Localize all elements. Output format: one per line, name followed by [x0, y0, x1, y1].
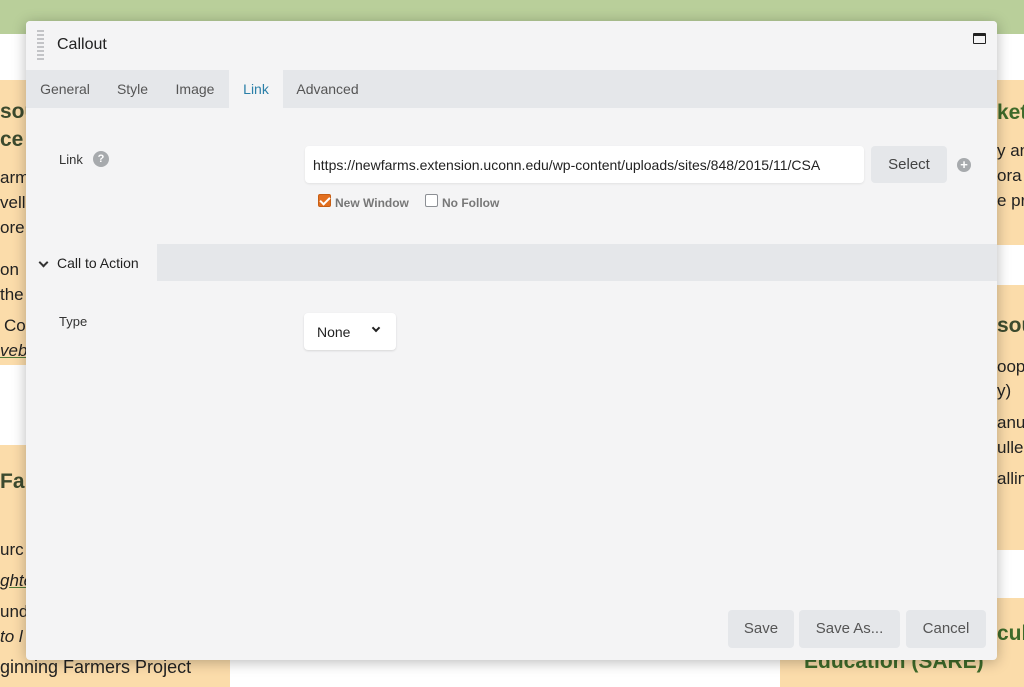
call-to-action-section-header: Call to Action [26, 244, 997, 281]
bg-text: ore [0, 218, 25, 237]
cancel-button[interactable]: Cancel [906, 610, 986, 648]
tab-advanced[interactable]: Advanced [283, 70, 372, 108]
bg-text: Fa [0, 470, 25, 493]
bg-link[interactable]: veb [0, 341, 27, 361]
bg-text: ce [0, 128, 24, 151]
bg-text: oops [997, 357, 1024, 376]
maximize-icon[interactable] [973, 33, 986, 44]
tab-general[interactable]: General [26, 70, 104, 108]
bg-text: Co [4, 316, 26, 335]
settings-tabs: General Style Image Link Advanced [26, 70, 997, 108]
bg-text: arm [0, 168, 30, 187]
bg-text: e pro [997, 191, 1024, 210]
tab-image[interactable]: Image [161, 70, 229, 108]
type-select[interactable]: None [304, 313, 396, 350]
bg-text: urc [0, 540, 24, 559]
bg-text: ulle [997, 438, 1024, 457]
bg-text: cul [997, 622, 1024, 645]
bg-text: ginning Farmers Project [0, 657, 192, 677]
bg-text: the [0, 285, 24, 304]
select-link-button[interactable]: Select [871, 146, 947, 183]
save-button[interactable]: Save [728, 610, 794, 648]
modal-header[interactable]: Callout [26, 21, 997, 70]
tab-style[interactable]: Style [104, 70, 161, 108]
bg-text: on [0, 260, 19, 279]
help-icon[interactable]: ? [93, 151, 109, 167]
bg-text: ket [997, 101, 1024, 124]
tab-link[interactable]: Link [229, 70, 283, 108]
new-window-checkbox[interactable] [318, 194, 331, 207]
bg-text: ora [997, 166, 1022, 185]
modal-title: Callout [57, 36, 107, 53]
bg-text: allin [997, 469, 1024, 488]
callout-settings-modal: Callout General Style Image Link Advance… [26, 21, 997, 660]
link-label: Link [59, 152, 83, 167]
bg-text: sou [997, 314, 1024, 337]
bg-text: und [0, 602, 29, 621]
add-icon[interactable]: + [957, 158, 971, 172]
chevron-down-icon [371, 323, 381, 333]
link-field-row: Link ? Select + New Window No Follow [26, 108, 997, 244]
call-to-action-toggle[interactable]: Call to Action [26, 244, 157, 281]
bg-text: y) [997, 381, 1012, 400]
bg-text: anu [997, 413, 1024, 432]
save-as-button[interactable]: Save As... [799, 610, 900, 648]
no-follow-checkbox[interactable] [425, 194, 438, 207]
chevron-down-icon [38, 257, 49, 268]
new-window-label[interactable]: New Window [335, 196, 409, 210]
type-select-value: None [317, 324, 351, 340]
link-url-input[interactable] [305, 146, 864, 183]
bg-text: y an [997, 141, 1024, 160]
no-follow-label[interactable]: No Follow [442, 196, 499, 210]
bg-text: to l [0, 627, 23, 646]
drag-handle-icon[interactable] [37, 30, 44, 60]
type-label: Type [59, 314, 88, 329]
section-title: Call to Action [57, 255, 139, 271]
